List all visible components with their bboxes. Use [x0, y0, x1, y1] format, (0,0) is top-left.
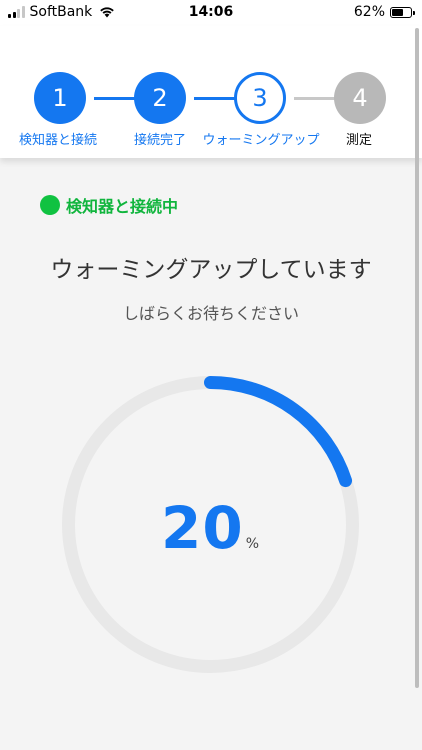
- connection-status: 検知器と接続中: [40, 193, 178, 217]
- step-connector-3-4: [294, 97, 338, 100]
- progress-readout: 20%: [58, 494, 363, 562]
- step-connector-2-3: [194, 97, 238, 100]
- step-4-circle: 4: [334, 72, 386, 124]
- step-3-circle: 3: [234, 72, 286, 124]
- step-2-number: 2: [152, 84, 168, 112]
- app-screen: SoftBank 14:06 62% 1 2 3 4 検知器と接続 接続完了 ウ…: [0, 0, 422, 750]
- connection-status-text: 検知器と接続中: [66, 197, 179, 216]
- page-title: ウォーミングアップしています: [50, 257, 372, 283]
- step-4-label: 測定: [345, 133, 372, 148]
- progress-ring-arc: [204, 376, 353, 488]
- battery-icon: [390, 6, 415, 18]
- step-2-circle: 2: [134, 72, 186, 124]
- step-3-number: 3: [252, 84, 268, 112]
- step-1-number: 1: [52, 84, 68, 112]
- progress-value: 20: [160, 494, 244, 562]
- scrollbar[interactable]: [415, 28, 419, 688]
- step-1-circle: 1: [34, 72, 86, 124]
- step-connector-1-2: [94, 97, 138, 100]
- battery-percentage: 62%: [353, 4, 385, 20]
- progress-unit: %: [245, 536, 261, 552]
- connected-indicator-icon: [40, 195, 60, 215]
- status-right: 62%: [353, 4, 415, 20]
- circular-progress: 20%: [58, 372, 363, 677]
- step-4-number: 4: [352, 84, 368, 112]
- progress-stepper: 1 2 3 4 検知器と接続 接続完了 ウォーミングアップ 測定: [0, 26, 422, 158]
- status-bar: SoftBank 14:06 62%: [0, 0, 422, 26]
- page-subtitle: しばらくお待ちください: [122, 304, 299, 323]
